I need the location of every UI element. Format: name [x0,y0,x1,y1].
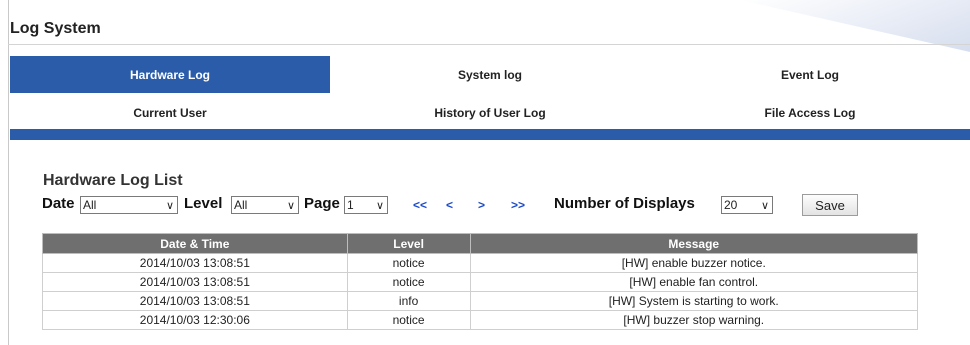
displays-select[interactable]: 20 ∨ [721,196,773,214]
cell-message: [HW] enable buzzer notice. [469,253,919,273]
column-header-message: Message [469,233,919,254]
chevron-down-icon: ∨ [286,200,295,212]
cell-message: [HW] buzzer stop warning. [469,310,919,330]
tab-system-log[interactable]: System log [330,56,650,93]
chevron-down-icon: ∨ [375,200,384,212]
table-row: 2014/10/03 13:08:51 notice [HW] enable f… [42,272,919,292]
table-row: 2014/10/03 13:08:51 notice [HW] enable b… [42,253,919,273]
date-select-value: All [83,198,97,212]
page-select[interactable]: 1 ∨ [344,196,388,214]
level-select[interactable]: All ∨ [231,196,299,214]
next-page-link[interactable]: > [478,198,485,212]
save-button[interactable]: Save [802,194,858,216]
hardware-log-table: Date & Time Level Message 2014/10/03 13:… [42,233,919,330]
column-header-datetime: Date & Time [42,233,348,254]
prev-page-link[interactable]: < [446,198,453,212]
tab-history-of-user-log[interactable]: History of User Log [330,94,650,131]
cell-datetime: 2014/10/03 13:08:51 [42,272,348,292]
cell-level: notice [346,272,471,292]
table-header-row: Date & Time Level Message [42,233,919,254]
cell-level: info [346,291,471,311]
page-title: Log System [10,20,101,37]
level-label: Level [184,195,223,212]
cell-level: notice [346,253,471,273]
cell-datetime: 2014/10/03 13:08:51 [42,291,348,311]
tab-hardware-log[interactable]: Hardware Log [10,56,330,93]
date-select[interactable]: All ∨ [80,196,178,214]
last-page-link[interactable]: >> [511,198,525,212]
list-title: Hardware Log List [43,172,183,189]
level-select-value: All [234,198,248,212]
displays-label: Number of Displays [554,195,695,212]
cell-datetime: 2014/10/03 12:30:06 [42,310,348,330]
page-select-value: 1 [347,198,354,212]
table-row: 2014/10/03 13:08:51 info [HW] System is … [42,291,919,311]
tab-file-access-log[interactable]: File Access Log [650,94,970,131]
tab-event-log[interactable]: Event Log [650,56,970,93]
title-bar: Log System [8,0,970,45]
cell-level: notice [346,310,471,330]
page-label: Page [304,195,340,212]
displays-select-value: 20 [724,198,738,212]
cell-message: [HW] enable fan control. [469,272,919,292]
frame-left-border [8,0,9,345]
cell-message: [HW] System is starting to work. [469,291,919,311]
date-label: Date [42,195,75,212]
filter-controls: Date All ∨ Level All ∨ Page 1 ∨ << < > >… [42,194,962,216]
cell-datetime: 2014/10/03 13:08:51 [42,253,348,273]
chevron-down-icon: ∨ [760,200,769,212]
column-header-level: Level [346,233,471,254]
first-page-link[interactable]: << [413,198,427,212]
tabs-divider-bar [10,129,970,140]
chevron-down-icon: ∨ [165,200,174,212]
tab-current-user[interactable]: Current User [10,94,330,131]
table-row: 2014/10/03 12:30:06 notice [HW] buzzer s… [42,310,919,330]
